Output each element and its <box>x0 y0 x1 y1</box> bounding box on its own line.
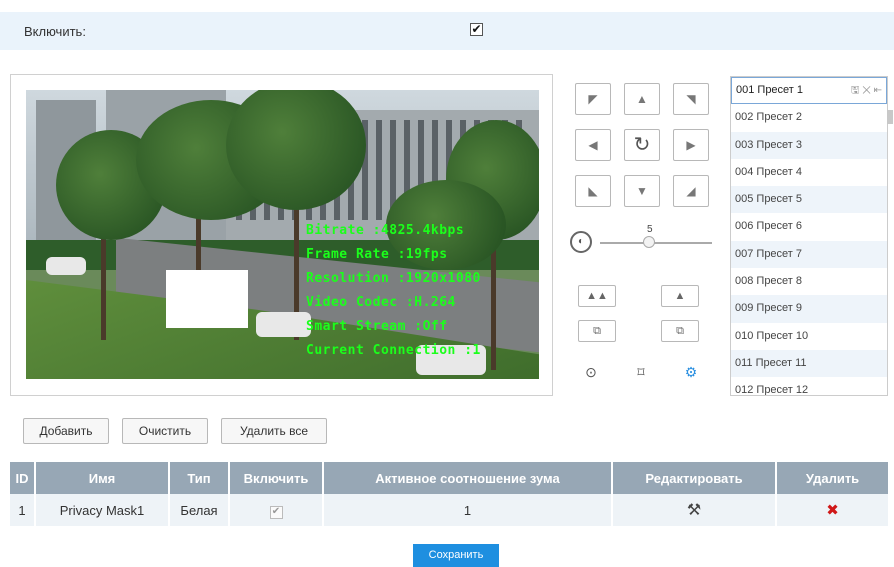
col-enable: Включить <box>229 462 324 494</box>
delete-all-button[interactable]: Удалить все <box>221 418 327 444</box>
enable-label: Включить: <box>24 24 86 39</box>
video-car <box>256 312 311 337</box>
ptz-down-button[interactable]: ▼ <box>624 175 660 207</box>
preset-item[interactable]: 006 Пресет 6 <box>731 213 887 240</box>
enable-row: Включить: ✔ <box>0 12 894 50</box>
privacy-mask-table: ID Имя Тип Включить Активное соотношение… <box>10 462 890 526</box>
col-edit: Редактировать <box>612 462 777 494</box>
delete-icon[interactable]: ✖ <box>826 502 839 519</box>
enable-checkbox[interactable]: ✔ <box>470 23 483 36</box>
preset-label: 001 Пресет 1 <box>736 84 804 96</box>
preset-item[interactable]: 001 Пресет 1 🖫 ✕ ⇤ <box>731 77 887 105</box>
preset-item[interactable]: 005 Пресет 5 <box>731 186 887 214</box>
preset-item[interactable]: 004 Пресет 4 <box>731 159 887 186</box>
osd-frame-rate: Frame Rate :19fps <box>306 247 448 262</box>
osd-video-codec: Video Codec :H.264 <box>306 295 456 310</box>
ptz-left-button[interactable]: ◀ <box>575 129 611 161</box>
preset-item[interactable]: 007 Пресет 7 <box>731 240 887 269</box>
iris-icon[interactable]: ⊙ <box>581 364 601 381</box>
table-header-row: ID Имя Тип Включить Активное соотношение… <box>10 462 890 494</box>
speed-slider-track[interactable] <box>600 242 712 244</box>
table-row: 1 Privacy Mask1 Белая ✔ 1 ⚒ ✖ <box>10 494 890 526</box>
ptz-up-right-button[interactable]: ◥ <box>673 83 709 115</box>
preset-item[interactable]: 011 Пресет 11 <box>731 349 887 378</box>
preset-scroll-thumb[interactable] <box>887 110 893 124</box>
ptz-up-left-button[interactable]: ◤ <box>575 83 611 115</box>
preset-item[interactable]: 008 Пресет 8 <box>731 268 887 295</box>
preset-item[interactable]: 002 Пресет 2 <box>731 104 887 131</box>
live-video[interactable]: Bitrate :4825.4kbps Frame Rate :19fps Re… <box>26 90 539 379</box>
cell-id: 1 <box>10 494 36 526</box>
osd-connection: Current Connection :1 <box>306 343 481 358</box>
speed-icon: ◐ <box>570 231 592 253</box>
col-delete: Удалить <box>776 462 890 494</box>
zoom-out-button[interactable]: ▲ <box>661 285 699 307</box>
col-type: Тип <box>169 462 230 494</box>
osd-bitrate: Bitrate :4825.4kbps <box>306 223 465 238</box>
clear-button[interactable]: Очистить <box>122 418 208 444</box>
preset-scrollbar[interactable] <box>886 76 894 396</box>
cell-type: Белая <box>169 494 230 526</box>
speed-value: 5 <box>647 224 653 235</box>
ptz-down-right-button[interactable]: ◢ <box>673 175 709 207</box>
add-button[interactable]: Добавить <box>23 418 109 444</box>
col-name: Имя <box>35 462 170 494</box>
cell-delete: ✖ <box>776 494 890 526</box>
col-zoom-ratio: Активное соотношение зума <box>323 462 613 494</box>
osd-resolution: Resolution :1920x1080 <box>306 271 481 286</box>
ptz-up-button[interactable]: ▲ <box>624 83 660 115</box>
ptz-right-button[interactable]: ▶ <box>673 129 709 161</box>
save-button[interactable]: Сохранить <box>413 544 499 567</box>
focus-far-button[interactable]: ⧉ <box>661 320 699 342</box>
privacy-mask-rect[interactable] <box>166 270 248 328</box>
osd-smart-stream: Smart Stream :Off <box>306 319 448 334</box>
focus-near-button[interactable]: ⧉ <box>578 320 616 342</box>
cell-enable: ✔ <box>229 494 324 526</box>
row-enable-checkbox[interactable]: ✔ <box>269 505 283 519</box>
ptz-down-left-button[interactable]: ◣ <box>575 175 611 207</box>
cell-edit: ⚒ <box>612 494 777 526</box>
preset-list[interactable]: 001 Пресет 1 🖫 ✕ ⇤ 002 Пресет 2 003 Прес… <box>730 76 888 396</box>
zoom-in-button[interactable]: ▲▲ <box>578 285 616 307</box>
col-id: ID <box>10 462 36 494</box>
preset-item[interactable]: 010 Пресет 10 <box>731 323 887 350</box>
speed-slider-thumb[interactable] <box>643 236 655 248</box>
preset-item[interactable]: 009 Пресет 9 <box>731 295 887 323</box>
preset-item[interactable]: 012 Пресет 12 <box>731 377 887 395</box>
preset-tools-icon[interactable]: 🖫 ✕ ⇤ <box>851 78 882 103</box>
video-preview-frame: Bitrate :4825.4kbps Frame Rate :19fps Re… <box>10 74 553 396</box>
focus-icon[interactable]: ⌑ <box>631 364 651 381</box>
preset-item[interactable]: 003 Пресет 3 <box>731 131 887 159</box>
ptz-auto-rotate-button[interactable]: ↻ <box>624 129 660 161</box>
cell-name: Privacy Mask1 <box>35 494 170 526</box>
video-car <box>46 257 86 275</box>
edit-icon[interactable]: ⚒ <box>687 502 701 519</box>
cell-zoom-ratio: 1 <box>323 494 613 526</box>
settings-icon[interactable]: ⚙ <box>681 364 701 381</box>
